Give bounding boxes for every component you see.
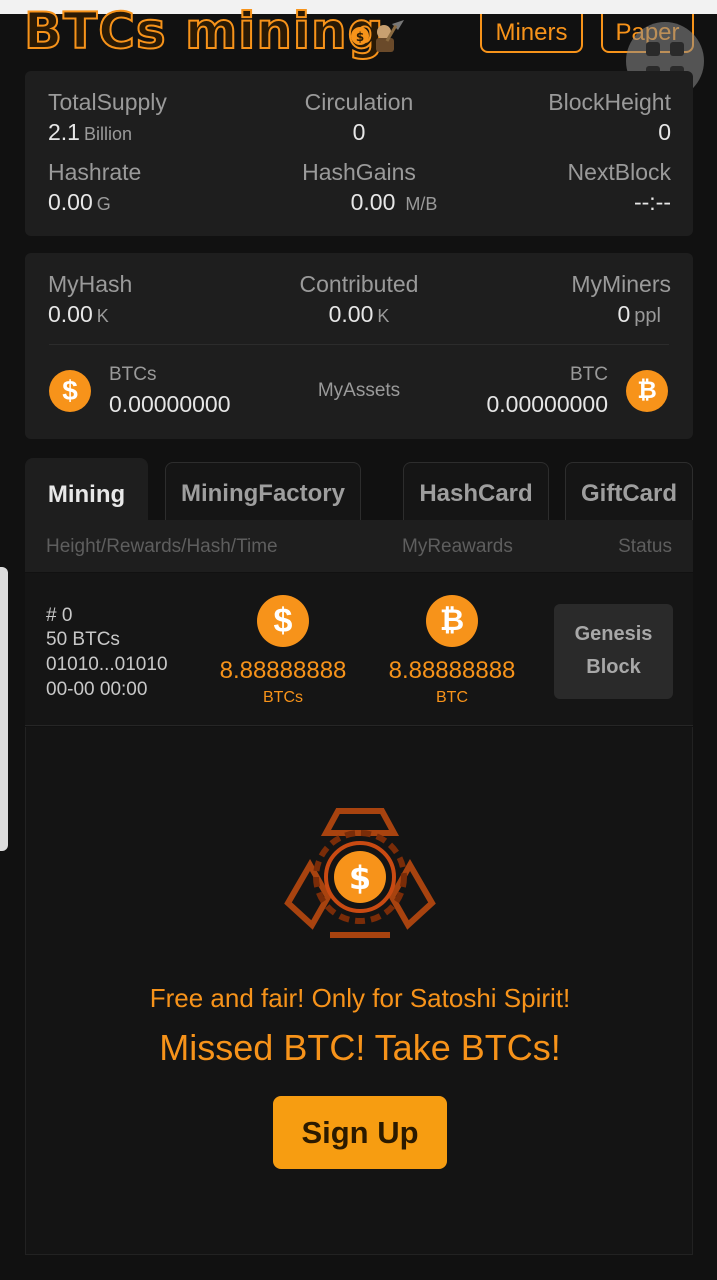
grid-icon bbox=[646, 42, 660, 56]
miners-button[interactable]: Miners bbox=[480, 14, 583, 53]
tab-bar: Mining MiningFactory HashCard GiftCard bbox=[25, 458, 693, 520]
hashrate-unit: G bbox=[96, 194, 111, 214]
tab-mining[interactable]: Mining bbox=[25, 458, 148, 520]
hash-gains-value: 0.00 bbox=[350, 189, 396, 215]
contributed-unit: K bbox=[377, 306, 390, 326]
block-height-label: BlockHeight bbox=[548, 89, 671, 115]
contributed-value: 0.00 bbox=[328, 301, 374, 327]
btcs-dollar-icon: $ bbox=[49, 370, 91, 412]
block-rewards-cell: 50 BTCs bbox=[46, 629, 120, 650]
btc-value: 0.00000000 bbox=[486, 391, 608, 417]
block-height-value: 0 bbox=[658, 119, 671, 145]
miner-mascot-icon: $ bbox=[351, 20, 404, 52]
circulation: Circulation 0 bbox=[259, 89, 459, 146]
btc-balance: BTC 0.00000000 bbox=[486, 364, 608, 418]
btc-label: BTC bbox=[570, 364, 608, 385]
block-time-cell: 00-00 00:00 bbox=[46, 679, 148, 700]
my-hash: MyHash 0.00 K bbox=[48, 271, 132, 328]
hash-gains: HashGains 0.00 M/B bbox=[259, 159, 459, 216]
my-hash-label: MyHash bbox=[48, 271, 133, 297]
hashrate: Hashrate 0.00 G bbox=[48, 159, 141, 216]
tagline-secondary: Missed BTC! Take BTCs! bbox=[159, 1027, 561, 1068]
block-hash-cell: 01010...01010 bbox=[46, 654, 168, 675]
column-header-height: Height/Rewards/Hash/Time bbox=[46, 536, 278, 557]
app-logo[interactable]: BTCs mining bbox=[23, 1, 384, 61]
tagline-primary: Free and fair! Only for Satoshi Spirit! bbox=[149, 983, 571, 1013]
btcs-reward-unit: BTCs bbox=[263, 689, 303, 706]
my-assets-label[interactable]: MyAssets bbox=[259, 380, 459, 402]
genesis-block-status-button[interactable]: Genesis Block bbox=[554, 604, 673, 699]
tab-hash-card[interactable]: HashCard bbox=[403, 462, 549, 520]
tab-mining-factory[interactable]: MiningFactory bbox=[165, 462, 361, 520]
svg-text:$: $ bbox=[356, 30, 364, 44]
hashrate-value: 0.00 bbox=[48, 189, 93, 215]
btc-reward-bitcoin-icon: ₿ bbox=[426, 595, 478, 647]
block-height-cell: # 0 bbox=[46, 605, 73, 626]
sign-up-button[interactable]: Sign Up bbox=[273, 1096, 447, 1169]
table-row[interactable]: # 0 50 BTCs 01010...01010 00-00 00:00 $ … bbox=[25, 573, 693, 726]
divider bbox=[49, 344, 669, 345]
header: BTCs mining $ Miners Paper bbox=[0, 1, 717, 61]
total-supply-label: TotalSupply bbox=[48, 89, 167, 115]
circulation-value: 0 bbox=[352, 119, 366, 145]
block-height: BlockHeight 0 bbox=[548, 89, 671, 146]
btcs-value: 0.00000000 bbox=[109, 391, 231, 417]
bitcoin-icon: ₿ bbox=[626, 370, 668, 412]
total-supply: TotalSupply 2.1 Billion bbox=[48, 89, 167, 146]
total-supply-unit: Billion bbox=[83, 124, 133, 144]
column-header-status: Status bbox=[618, 536, 672, 557]
my-miners-label: MyMiners bbox=[571, 271, 671, 297]
status-line-2: Block bbox=[586, 656, 641, 678]
tab-gift-card[interactable]: GiftCard bbox=[565, 462, 693, 520]
status-line-1: Genesis bbox=[574, 623, 653, 645]
btcs-label: BTCs bbox=[109, 364, 157, 385]
side-drawer-handle[interactable] bbox=[0, 567, 8, 851]
my-hash-value: 0.00 bbox=[48, 301, 93, 327]
hash-gains-label: HashGains bbox=[302, 159, 416, 185]
my-miners-value: 0 bbox=[617, 301, 631, 327]
next-block-label: NextBlock bbox=[567, 159, 671, 185]
btcs-reward-amount: 8.88888888 bbox=[219, 657, 347, 684]
my-miners: MyMiners 0 ppl bbox=[571, 271, 671, 328]
contributed-label: Contributed bbox=[299, 271, 419, 297]
mining-emblem-icon: $ bbox=[284, 808, 436, 938]
my-stats-card: MyHash 0.00 K Contributed 0.00 K MyMiners … bbox=[25, 253, 693, 439]
hash-gains-unit: M/B bbox=[405, 194, 438, 214]
column-header-rewards: MyReawards bbox=[402, 536, 513, 557]
next-block-value: --:-- bbox=[633, 189, 671, 215]
btcs-balance: BTCs 0.00000000 bbox=[109, 364, 231, 418]
btc-reward-unit: BTC bbox=[436, 689, 468, 706]
network-stats-card: TotalSupply 2.1 Billion Circulation 0 Blo… bbox=[25, 71, 693, 236]
btcs-reward-dollar-icon: $ bbox=[257, 595, 309, 647]
signup-panel: $ Free and fair! Only for Satoshi Spirit… bbox=[25, 727, 693, 1255]
circulation-label: Circulation bbox=[304, 89, 414, 115]
my-hash-unit: K bbox=[96, 306, 109, 326]
hashrate-label: Hashrate bbox=[48, 159, 142, 185]
emblem-dollar-glyph: $ bbox=[349, 859, 371, 897]
btc-reward-amount: 8.88888888 bbox=[388, 657, 516, 684]
next-block: NextBlock --:-- bbox=[567, 159, 671, 216]
table-header: Height/Rewards/Hash/Time MyReawards Stat… bbox=[25, 520, 693, 572]
contributed: Contributed 0.00 K bbox=[259, 271, 459, 328]
my-miners-unit: ppl bbox=[634, 305, 661, 327]
total-supply-value: 2.1 bbox=[48, 119, 80, 145]
